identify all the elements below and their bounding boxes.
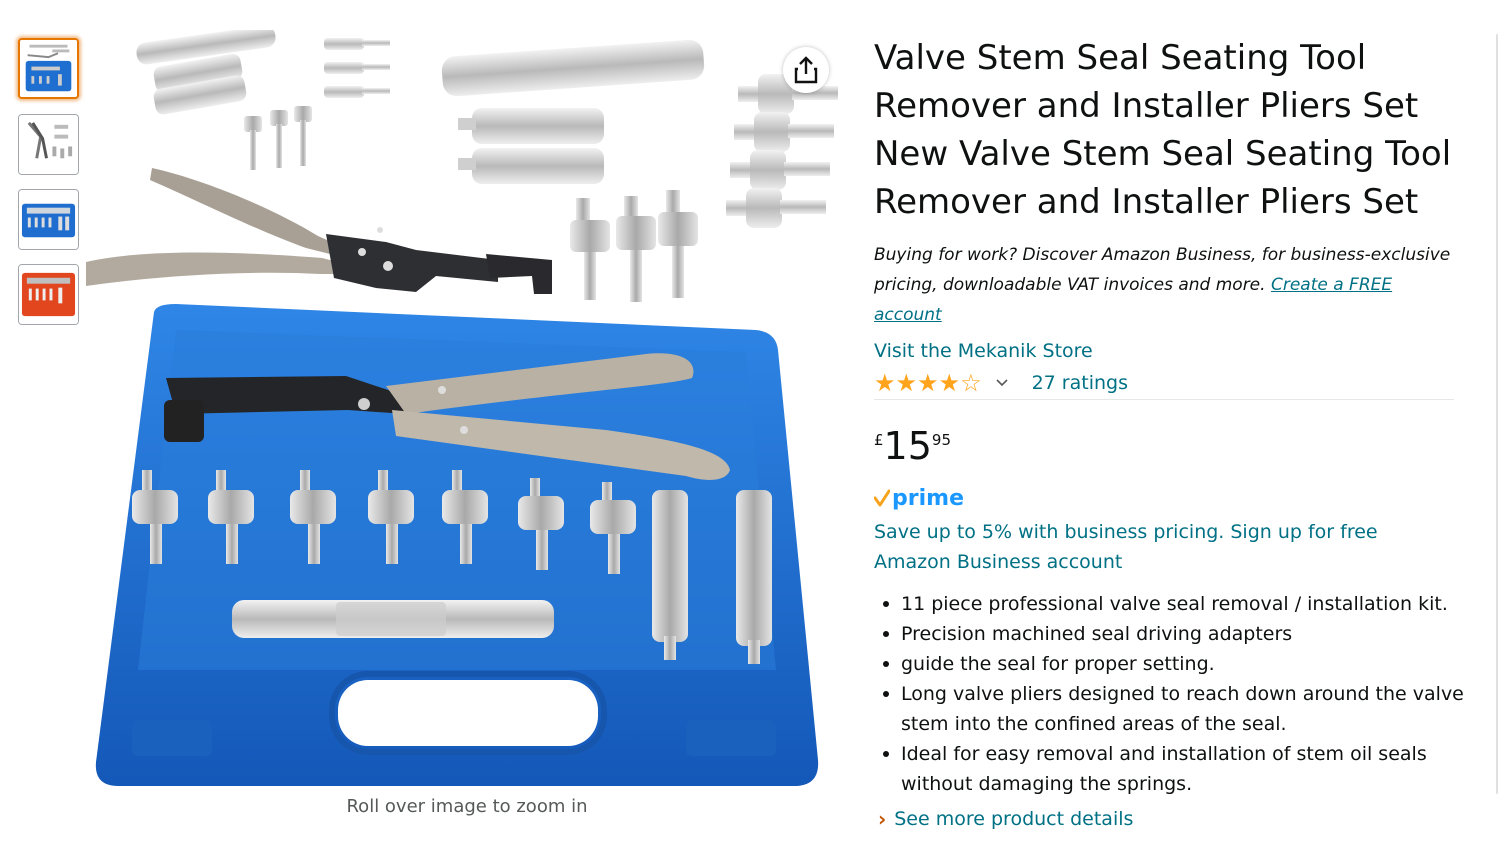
prime-badge: prime [874,483,964,513]
list-item: 11 piece professional valve seal removal… [883,589,1491,619]
star-full-icon[interactable]: ★ [939,371,961,395]
prime-label: prime [892,485,964,511]
prime-check-icon [874,489,890,507]
list-item: Precision machined seal driving adapters [883,619,1491,649]
rating-row: ★ ★ ★ ★ ☆ 27 ratings [874,370,1128,396]
share-button[interactable] [783,47,829,93]
thumbnail-1-image [20,40,77,97]
price-fraction: 95 [931,431,951,449]
star-empty-icon[interactable]: ☆ [960,371,982,395]
divider [874,399,1454,400]
thumbnail-1[interactable] [18,38,79,99]
main-product-image[interactable] [86,25,848,796]
see-more-label: See more product details [894,808,1134,830]
loose-parts-top [86,25,838,302]
business-savings-link[interactable]: Save up to 5% with business pricing. Sig… [874,517,1434,577]
product-title: Valve Stem Seal Seating Tool Remover and… [874,38,1452,222]
see-more-link[interactable]: › See more product details [878,807,1133,831]
star-full-icon[interactable]: ★ [917,371,939,395]
ratings-count[interactable]: 27 ratings [1032,372,1128,394]
business-promo: Buying for work? Discover Amazon Busines… [874,240,1464,330]
star-full-icon[interactable]: ★ [896,371,918,395]
chevron-right-icon: › [878,807,887,831]
feature-bullets: 11 piece professional valve seal removal… [874,589,1491,799]
thumbnail-4[interactable] [18,264,79,325]
page-edge [1496,34,1498,794]
blue-case [95,304,819,786]
zoom-hint: Roll over image to zoom in [346,796,588,817]
share-icon [794,56,818,84]
thumbnail-2[interactable] [18,114,79,175]
thumbnail-4-image [19,265,78,324]
list-item: guide the seal for proper setting. [883,649,1491,679]
thumbnail-3-image [19,190,78,249]
star-full-icon[interactable]: ★ [874,371,896,395]
price-whole: 15 [883,424,932,468]
product-illustration [86,25,838,786]
price: £ 15 95 [874,424,951,468]
thumbnail-2-image [19,115,78,174]
store-link[interactable]: Visit the Mekanik Store [874,340,1093,362]
list-item: Long valve pliers designed to reach down… [883,679,1491,739]
price-currency-symbol: £ [874,431,884,449]
thumbnail-3[interactable] [18,189,79,250]
list-item: Ideal for easy removal and installation … [883,739,1491,799]
chevron-down-icon[interactable] [996,379,1008,387]
